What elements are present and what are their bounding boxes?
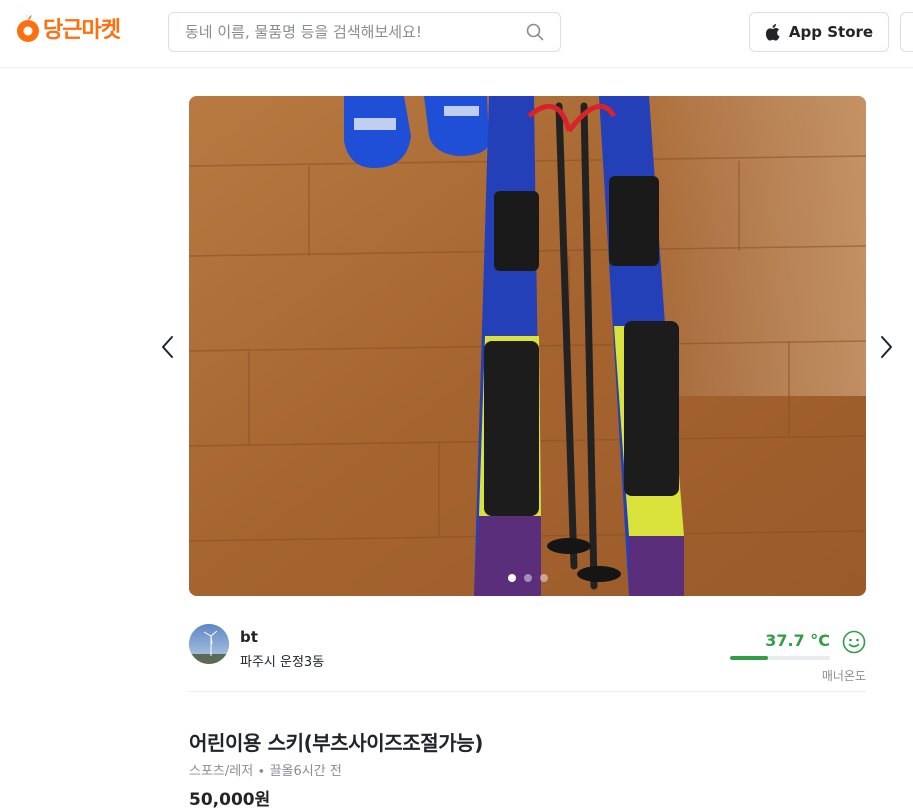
carrot-logo-icon [17, 14, 39, 42]
article-price: 50,000원 [189, 790, 271, 810]
top-header: 당근마켓 App Store [0, 0, 913, 68]
manner-temperature-value: 37.7 °C [765, 631, 830, 650]
manner-temperature-label[interactable]: 매너온도 [822, 667, 866, 684]
daangn-logo[interactable]: 당근마켓 [16, 11, 121, 45]
chevron-left-icon [162, 336, 173, 358]
manner-temperature-bar [730, 656, 830, 660]
smile-face-icon [842, 630, 866, 654]
article-category-time: 스포츠/레저 ∙ 끌올6시간 전 [189, 764, 342, 779]
carousel-dots [189, 574, 866, 582]
search-input[interactable] [169, 13, 509, 51]
manner-temperature-fill [730, 656, 768, 660]
avatar-image [189, 624, 229, 664]
product-photo [189, 96, 866, 596]
search-icon[interactable] [526, 23, 544, 41]
seller-region: 파주시 운정3동 [240, 655, 325, 670]
carousel-dot-1[interactable] [507, 574, 516, 582]
logo-text: 당근마켓 [43, 18, 121, 43]
product-image-carousel[interactable] [189, 96, 866, 596]
apple-icon [765, 24, 780, 41]
seller-nickname[interactable]: bt [240, 628, 258, 646]
app-store-button[interactable]: App Store [749, 12, 889, 52]
carousel-prev-button[interactable] [156, 333, 180, 361]
article-title: 어린이용 스키(부츠사이즈조절가능) [189, 731, 484, 755]
seller-avatar[interactable] [189, 624, 229, 664]
carousel-next-button[interactable] [874, 333, 898, 361]
chevron-right-icon [881, 336, 892, 358]
search-bar[interactable] [168, 12, 561, 52]
google-play-button[interactable] [900, 12, 913, 52]
app-store-label: App Store [788, 23, 874, 41]
seller-profile[interactable]: bt 파주시 운정3동 37.7 °C 매너온도 [189, 624, 866, 692]
carousel-dot-2[interactable] [523, 574, 532, 582]
carousel-dot-3[interactable] [539, 574, 548, 582]
